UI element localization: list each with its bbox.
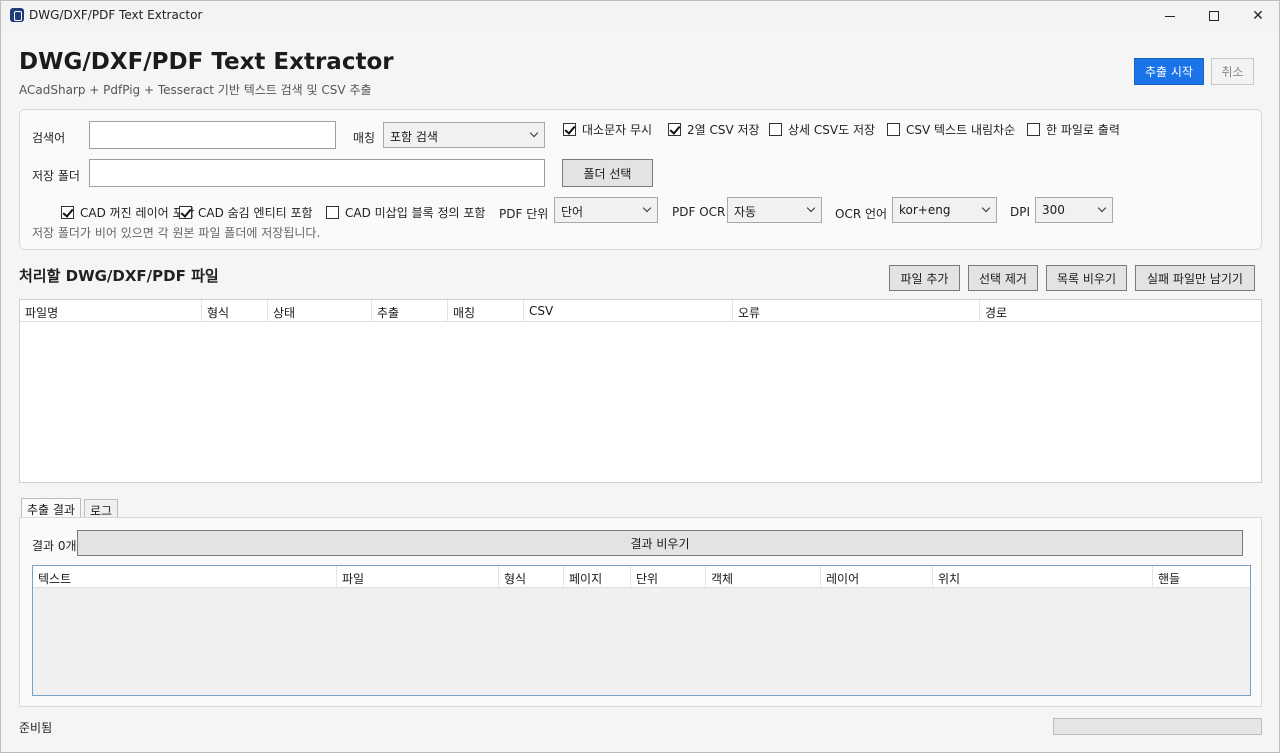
- single-file-label: 한 파일로 출력: [1046, 123, 1120, 137]
- cad-off-layers-label: CAD 꺼진 레이어 포함: [80, 206, 195, 220]
- pdf-unit-value: 단어: [561, 205, 584, 219]
- checkbox-checked-icon: [563, 123, 576, 136]
- close-button[interactable]: ✕: [1235, 1, 1280, 31]
- results-table-header: 텍스트 파일 형식 페이지 단위 객체 레이어 위치 핸들: [33, 566, 1250, 588]
- progress-bar: [1053, 718, 1262, 735]
- column-header-object[interactable]: 객체: [706, 566, 821, 588]
- dpi-label: DPI: [1010, 205, 1031, 219]
- dpi-value: 300: [1042, 203, 1065, 217]
- save-folder-input[interactable]: [89, 159, 545, 187]
- remove-selected-button[interactable]: 선택 제거: [968, 265, 1038, 291]
- column-header-match[interactable]: 매칭: [448, 300, 524, 322]
- column-header-position[interactable]: 위치: [933, 566, 1153, 588]
- pdf-unit-select[interactable]: 단어: [554, 197, 658, 223]
- column-header-path[interactable]: 경로: [980, 300, 1261, 322]
- chevron-down-icon: [981, 203, 991, 213]
- cad-off-layers-checkbox[interactable]: CAD 꺼진 레이어 포함: [61, 204, 195, 221]
- search-input[interactable]: [89, 121, 336, 149]
- title-bar: DWG/DXF/PDF Text Extractor ✕: [1, 1, 1279, 31]
- options-panel: 검색어 매칭 포함 검색 대소문자 무시 2열 CSV 저장 상세 CSV도 저…: [19, 109, 1262, 250]
- minimize-button[interactable]: [1147, 1, 1193, 31]
- column-header-format[interactable]: 형식: [202, 300, 268, 322]
- column-header-filename[interactable]: 파일명: [20, 300, 202, 322]
- chevron-down-icon: [806, 203, 816, 213]
- csv-sort-desc-label: CSV 텍스트 내림차순: [906, 123, 1016, 137]
- match-select[interactable]: 포함 검색: [383, 122, 545, 148]
- dpi-select[interactable]: 300: [1035, 197, 1113, 223]
- match-select-value: 포함 검색: [390, 130, 438, 144]
- column-header-page[interactable]: 페이지: [564, 566, 631, 588]
- folder-label: 저장 폴더: [32, 169, 80, 183]
- keep-failed-button[interactable]: 실패 파일만 남기기: [1135, 265, 1255, 291]
- clear-list-button[interactable]: 목록 비우기: [1046, 265, 1127, 291]
- app-icon: [10, 8, 24, 22]
- files-section-title: 처리할 DWG/DXF/PDF 파일: [19, 267, 219, 285]
- ocr-lang-label: OCR 언어: [835, 207, 888, 221]
- results-table[interactable]: 텍스트 파일 형식 페이지 단위 객체 레이어 위치 핸들: [32, 565, 1251, 696]
- checkbox-checked-icon: [668, 123, 681, 136]
- column-header-csv[interactable]: CSV: [524, 300, 733, 322]
- maximize-icon: [1209, 11, 1219, 21]
- maximize-button[interactable]: [1191, 1, 1237, 31]
- two-col-csv-checkbox[interactable]: 2열 CSV 저장: [668, 121, 760, 138]
- column-header-unit[interactable]: 단위: [631, 566, 706, 588]
- checkbox-unchecked-icon: [887, 123, 900, 136]
- minimize-icon: [1165, 15, 1175, 17]
- cad-unused-blocks-checkbox[interactable]: CAD 미삽입 블록 정의 포함: [326, 204, 485, 221]
- column-header-text[interactable]: 텍스트: [33, 566, 337, 588]
- detail-csv-checkbox[interactable]: 상세 CSV도 저장: [769, 121, 875, 138]
- results-panel: 결과 0개 결과 비우기 텍스트 파일 형식 페이지 단위 객체 레이어 위치 …: [19, 517, 1262, 707]
- window-title: DWG/DXF/PDF Text Extractor: [29, 8, 203, 22]
- checkbox-unchecked-icon: [326, 206, 339, 219]
- cad-hidden-entities-checkbox[interactable]: CAD 숨김 엔티티 포함: [179, 204, 313, 221]
- clear-results-button[interactable]: 결과 비우기: [77, 530, 1243, 556]
- checkbox-checked-icon: [179, 206, 192, 219]
- save-folder-hint: 저장 폴더가 비어 있으면 각 원본 파일 폴더에 저장됩니다.: [32, 226, 321, 240]
- cad-hidden-entities-label: CAD 숨김 엔티티 포함: [198, 206, 313, 220]
- add-file-button[interactable]: 파일 추가: [889, 265, 960, 291]
- chevron-down-icon: [529, 128, 539, 138]
- app-window: DWG/DXF/PDF Text Extractor ✕ DWG/DXF/PDF…: [0, 0, 1280, 753]
- result-count: 결과 0개: [32, 539, 77, 553]
- column-header-layer[interactable]: 레이어: [821, 566, 933, 588]
- column-header-handle[interactable]: 핸들: [1153, 566, 1250, 588]
- chevron-down-icon: [1097, 203, 1107, 213]
- status-text: 준비됨: [19, 721, 53, 735]
- column-header-extract[interactable]: 추출: [372, 300, 448, 322]
- pdf-ocr-label: PDF OCR: [672, 205, 726, 219]
- cad-unused-blocks-label: CAD 미삽입 블록 정의 포함: [345, 206, 486, 220]
- ocr-lang-value: kor+eng: [899, 203, 951, 217]
- chevron-down-icon: [642, 203, 652, 213]
- pdf-unit-label: PDF 단위: [499, 207, 549, 221]
- column-header-file[interactable]: 파일: [337, 566, 499, 588]
- files-table[interactable]: 파일명 형식 상태 추출 매칭 CSV 오류 경로: [19, 299, 1262, 483]
- single-file-checkbox[interactable]: 한 파일로 출력: [1027, 121, 1120, 138]
- two-col-csv-label: 2열 CSV 저장: [687, 123, 760, 137]
- ocr-lang-select[interactable]: kor+eng: [892, 197, 997, 223]
- column-header-type[interactable]: 형식: [499, 566, 564, 588]
- files-table-header: 파일명 형식 상태 추출 매칭 CSV 오류 경로: [20, 300, 1261, 322]
- ignore-case-checkbox[interactable]: 대소문자 무시: [563, 121, 652, 138]
- search-label: 검색어: [32, 131, 66, 145]
- start-extraction-button[interactable]: 추출 시작: [1134, 58, 1204, 85]
- checkbox-checked-icon: [61, 206, 74, 219]
- cancel-button[interactable]: 취소: [1211, 58, 1254, 85]
- ignore-case-label: 대소문자 무시: [582, 123, 653, 137]
- csv-sort-desc-checkbox[interactable]: CSV 텍스트 내림차순: [887, 121, 1015, 138]
- column-header-error[interactable]: 오류: [733, 300, 980, 322]
- select-folder-button[interactable]: 폴더 선택: [562, 159, 653, 187]
- pdf-ocr-value: 자동: [734, 205, 757, 219]
- page-subtitle: ACadSharp + PdfPig + Tesseract 기반 텍스트 검색…: [19, 83, 372, 97]
- page-title: DWG/DXF/PDF Text Extractor: [19, 49, 394, 75]
- checkbox-unchecked-icon: [769, 123, 782, 136]
- close-icon: ✕: [1252, 8, 1264, 24]
- detail-csv-label: 상세 CSV도 저장: [788, 123, 876, 137]
- match-label: 매칭: [353, 131, 376, 145]
- column-header-status[interactable]: 상태: [268, 300, 372, 322]
- pdf-ocr-select[interactable]: 자동: [727, 197, 822, 223]
- checkbox-unchecked-icon: [1027, 123, 1040, 136]
